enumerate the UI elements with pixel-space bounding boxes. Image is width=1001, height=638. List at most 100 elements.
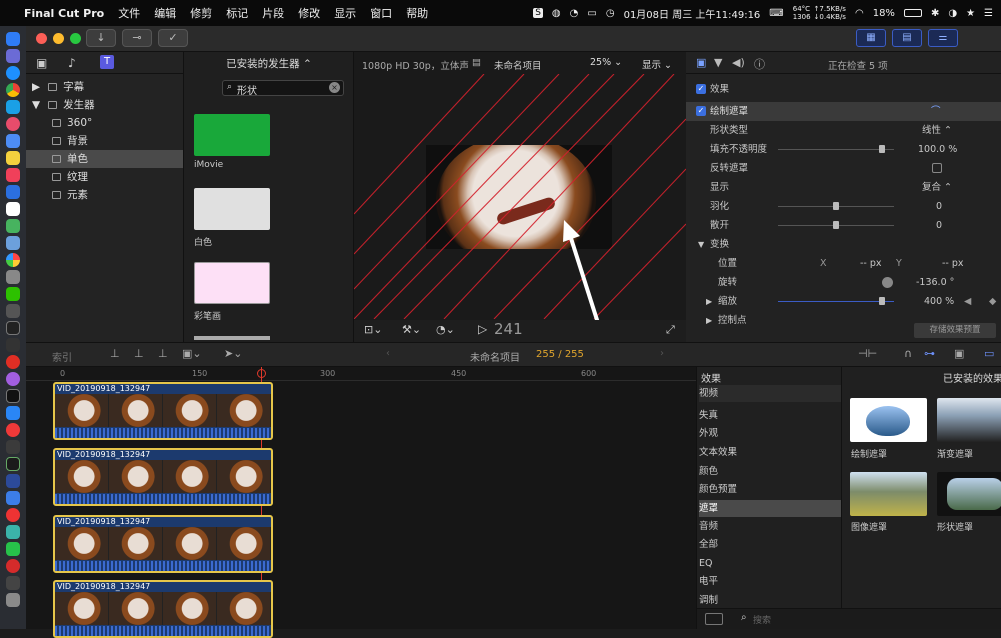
category-audio[interactable]: 音频 bbox=[699, 518, 841, 535]
app-icon-camera[interactable] bbox=[6, 304, 20, 318]
app-icon-other[interactable] bbox=[6, 525, 20, 539]
battery-icon[interactable] bbox=[903, 9, 922, 17]
append-clip-icon[interactable]: ⊥ bbox=[158, 347, 168, 360]
titles-generators-tab-icon[interactable]: T bbox=[100, 55, 114, 69]
trash-icon[interactable] bbox=[6, 593, 20, 607]
insert-clip-icon[interactable]: ⊥ bbox=[134, 347, 144, 360]
app-icon-preview[interactable] bbox=[6, 236, 20, 250]
effects-browser-icon[interactable]: ▭ bbox=[984, 347, 994, 360]
show-browser-button[interactable]: ▦ bbox=[856, 29, 886, 47]
globe-icon[interactable]: ◍ bbox=[552, 8, 561, 19]
row-transform[interactable]: ▼ 变换 bbox=[686, 235, 1001, 254]
app-icon-wechat2[interactable] bbox=[6, 542, 20, 556]
app-icon-terminal[interactable] bbox=[6, 321, 20, 335]
app-icon-vivaldi[interactable] bbox=[6, 423, 20, 437]
timeline-clip[interactable]: VID_20190918_132947 bbox=[53, 515, 273, 573]
control-center-icon[interactable]: ☰ bbox=[984, 8, 993, 19]
app-icon-store[interactable] bbox=[6, 406, 20, 420]
wifi-icon[interactable]: ◠ bbox=[855, 8, 864, 19]
timecode-display[interactable]: 241 bbox=[494, 320, 523, 338]
app-icon-xcode[interactable] bbox=[6, 185, 20, 199]
info-tab-icon[interactable]: ⓘ bbox=[754, 56, 765, 72]
app-icon-podcast[interactable] bbox=[6, 372, 20, 386]
app-icon-pinduoduo[interactable] bbox=[6, 355, 20, 369]
disclosure-right-icon[interactable]: ▶ bbox=[706, 292, 712, 311]
transform-menu[interactable]: ⊡⌄ bbox=[364, 323, 382, 336]
menu-modify[interactable]: 修改 bbox=[298, 5, 320, 21]
solo-icon[interactable]: ⊶ bbox=[924, 347, 935, 360]
keyframe-add-icon[interactable]: ◆ bbox=[989, 292, 996, 311]
menu-mark[interactable]: 标记 bbox=[226, 5, 248, 21]
libraries-tab-icon[interactable]: ▣ bbox=[36, 56, 47, 70]
fill-opacity-slider[interactable] bbox=[778, 149, 894, 150]
zoom-menu[interactable]: 25% ⌄ bbox=[590, 57, 622, 68]
category-looks[interactable]: 外观 bbox=[699, 425, 841, 442]
generator-thumb-crayon[interactable] bbox=[194, 262, 270, 304]
keyframe-nav-icon[interactable]: ◀ bbox=[964, 292, 971, 311]
rotation-dial[interactable] bbox=[882, 277, 893, 288]
effects-checkbox[interactable]: ✓ bbox=[696, 84, 706, 94]
user-icon[interactable]: ◑ bbox=[948, 8, 957, 19]
invert-mask-checkbox[interactable] bbox=[932, 163, 942, 173]
category-masks[interactable]: 遮罩 bbox=[699, 500, 841, 517]
battery-text[interactable]: 18% bbox=[873, 8, 895, 19]
falloff-value[interactable]: 0 bbox=[936, 216, 942, 235]
close-window-button[interactable] bbox=[36, 33, 47, 44]
connect-clip-icon[interactable]: ⊥ bbox=[110, 347, 120, 360]
sidebar-item-360[interactable]: 360° bbox=[52, 114, 92, 132]
play-button[interactable]: ▷ bbox=[478, 322, 487, 336]
show-inspector-button[interactable]: ⚌ bbox=[928, 29, 958, 47]
category-color-presets[interactable]: 颜色预置 bbox=[699, 481, 841, 498]
disclosure-down-icon[interactable]: ▼ bbox=[698, 235, 704, 254]
import-button[interactable]: ↓ bbox=[86, 29, 116, 47]
clock-text[interactable]: 01月08日 周三 上午11:49:16 bbox=[624, 6, 761, 21]
effect-header-draw-mask[interactable]: ✓ 绘制遮罩 ⌒ bbox=[686, 102, 1001, 121]
category-all[interactable]: 全部 bbox=[699, 536, 841, 553]
timeline-clip[interactable]: VID_20190918_132947 bbox=[53, 382, 273, 440]
search-input[interactable]: 形状 bbox=[237, 82, 257, 97]
skimming-icon[interactable]: ⊣⊢ bbox=[858, 347, 877, 360]
browser-title[interactable]: 已安装的发生器 ⌃ bbox=[184, 56, 354, 71]
sidebar-item-textures[interactable]: 纹理 bbox=[52, 168, 88, 186]
playhead-handle[interactable] bbox=[257, 369, 266, 378]
star-icon[interactable]: ★ bbox=[966, 8, 975, 19]
photos-audio-tab-icon[interactable]: ♪ bbox=[68, 56, 76, 70]
effects-search-input[interactable]: 搜索 bbox=[753, 613, 771, 626]
feather-value[interactable]: 0 bbox=[936, 197, 942, 216]
menu-trim[interactable]: 修剪 bbox=[190, 5, 212, 21]
generator-thumb-white[interactable] bbox=[194, 188, 270, 230]
menu-view[interactable]: 显示 bbox=[334, 5, 356, 21]
falloff-knob[interactable] bbox=[833, 221, 839, 229]
forward-arrow-icon[interactable]: › bbox=[660, 348, 664, 359]
effect-thumb-gradient-mask[interactable] bbox=[937, 398, 1001, 442]
timeline-clip[interactable]: VID_20190918_132947 bbox=[53, 580, 273, 638]
category-eq[interactable]: EQ bbox=[699, 555, 841, 572]
scale-slider[interactable] bbox=[778, 301, 894, 302]
keywords-button[interactable]: ⊸ bbox=[122, 29, 152, 47]
sidebar-item-backgrounds[interactable]: 背景 bbox=[52, 132, 88, 150]
disclosure-right-icon[interactable]: ▶ bbox=[32, 81, 40, 93]
display-popup[interactable]: 复合 ⌃ bbox=[922, 178, 952, 197]
app-icon-clapper[interactable] bbox=[6, 576, 20, 590]
menu-edit[interactable]: 编辑 bbox=[154, 5, 176, 21]
timeline-clip[interactable]: VID_20190918_132947 bbox=[53, 448, 273, 506]
clear-search-icon[interactable]: × bbox=[329, 82, 340, 93]
app-menu[interactable]: Final Cut Pro bbox=[24, 7, 104, 20]
safari-icon[interactable] bbox=[6, 66, 20, 80]
category-levels[interactable]: 电平 bbox=[699, 573, 841, 590]
bluetooth-icon[interactable]: ✱ bbox=[931, 8, 939, 19]
category-color[interactable]: 颜色 bbox=[699, 463, 841, 480]
menu-file[interactable]: 文件 bbox=[118, 5, 140, 21]
effect-thumb-shape-mask[interactable] bbox=[937, 472, 1001, 516]
app-icon-settings[interactable] bbox=[6, 270, 20, 284]
save-preset-button[interactable]: 存储效果预置 bbox=[914, 323, 996, 338]
app-icon-calendar[interactable] bbox=[6, 202, 20, 216]
app-icon-notes[interactable] bbox=[6, 151, 20, 165]
effect-thumb-draw-mask[interactable] bbox=[850, 398, 927, 442]
app-icon-music[interactable] bbox=[6, 168, 20, 182]
audio-tab-icon[interactable]: ◀) bbox=[732, 56, 745, 69]
wechat-icon[interactable]: ◔ bbox=[570, 8, 579, 19]
rotation-value[interactable]: -136.0 ° bbox=[916, 273, 954, 292]
disclosure-right-icon[interactable]: ▶ bbox=[706, 311, 712, 330]
app-icon-yandex[interactable] bbox=[6, 508, 20, 522]
